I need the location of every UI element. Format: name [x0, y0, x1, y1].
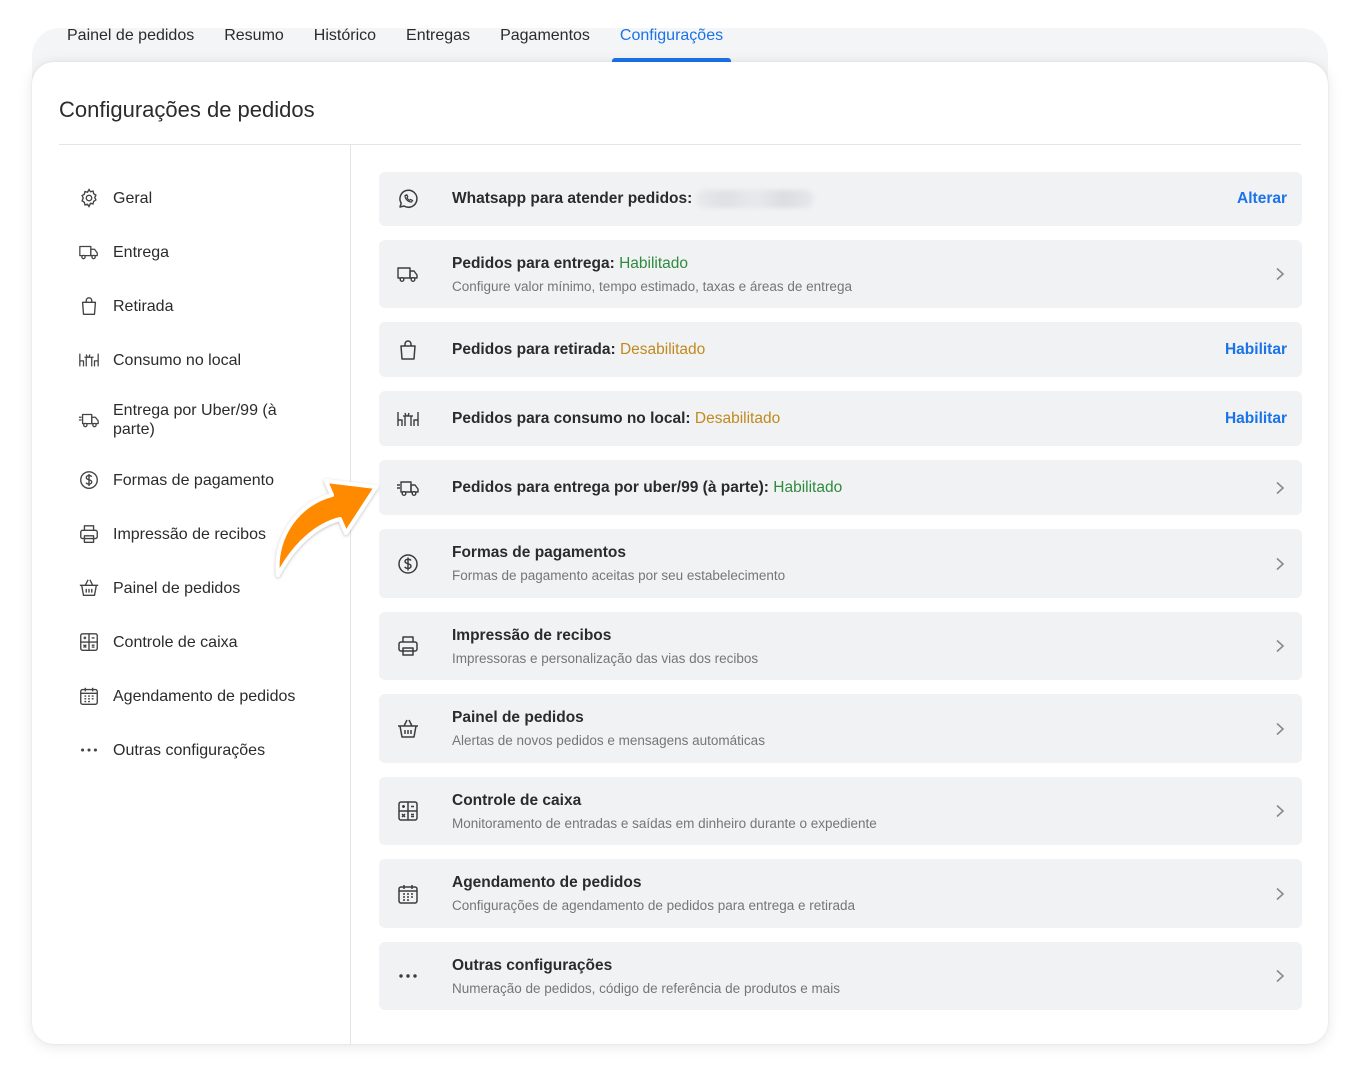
- row-title: Painel de pedidos: [452, 709, 584, 726]
- calendar-icon: [77, 684, 101, 708]
- row-title: Outras configurações: [452, 956, 613, 974]
- row-whatsapp: Whatsapp para atender pedidos: Alterar: [379, 172, 1302, 226]
- row-formas-pagamentos[interactable]: Formas de pagamentos Formas de pagamento…: [379, 529, 1302, 598]
- chevron-right-icon: [1275, 267, 1285, 281]
- dollar-circle-icon: [396, 552, 420, 576]
- row-subtitle: Alertas de novos pedidos e mensagens aut…: [452, 733, 765, 748]
- fast-delivery-truck-icon: [396, 476, 420, 500]
- row-subtitle: Formas de pagamento aceitas por seu esta…: [452, 568, 786, 583]
- calendar-icon: [396, 882, 420, 906]
- row-title: Pedidos para entrega:: [452, 254, 615, 272]
- sidebar-item-label: Painel de pedidos: [113, 579, 241, 597]
- row-pedidos-entrega[interactable]: Pedidos para entrega: Habilitado Configu…: [379, 240, 1302, 308]
- tab-pagamentos[interactable]: Pagamentos: [485, 14, 605, 62]
- row-pedidos-uber[interactable]: Pedidos para entrega por uber/99 (à part…: [379, 460, 1302, 515]
- row-pedidos-consumo: Pedidos para consumo no local: Desabilit…: [379, 391, 1302, 446]
- row-subtitle: Monitoramento de entradas e saídas em di…: [452, 815, 877, 831]
- redacted-phone-number: [696, 189, 815, 208]
- more-dots-icon: [396, 964, 420, 988]
- basket-icon: [77, 576, 101, 600]
- status-disabled: Desabilitado: [694, 409, 781, 427]
- printer-icon: [396, 634, 420, 658]
- chevron-right-icon: [1275, 722, 1285, 736]
- sidebar-item-controle-de-caixa[interactable]: Controle de caixa: [77, 615, 327, 669]
- dollar-circle-icon: [77, 468, 101, 492]
- whatsapp-icon: [396, 187, 420, 211]
- row-title: Pedidos para entrega por uber/99 (à part…: [452, 478, 769, 496]
- row-pedidos-retirada: Pedidos para retirada: Desabilitado Habi…: [379, 322, 1302, 377]
- row-impressao-recibos[interactable]: Impressão de recibos Impressoras e perso…: [379, 612, 1302, 680]
- row-title: Pedidos para retirada:: [452, 340, 616, 358]
- shopping-bag-icon: [396, 338, 420, 362]
- sidebar-item-agendamento-de-pedidos[interactable]: Agendamento de pedidos: [77, 669, 327, 723]
- row-subtitle: Impressoras e personalização das vias do…: [452, 650, 759, 666]
- row-controle-caixa[interactable]: Controle de caixa Monitoramento de entra…: [379, 777, 1302, 845]
- chevron-right-icon: [1275, 804, 1285, 818]
- sidebar-item-geral[interactable]: Geral: [77, 171, 327, 225]
- tab-resumo[interactable]: Resumo: [209, 14, 299, 62]
- tab-historico[interactable]: Histórico: [299, 14, 391, 62]
- sidebar-item-consumo-no-local[interactable]: Consumo no local: [77, 333, 327, 387]
- row-title: Impressão de recibos: [452, 626, 612, 644]
- tab-configuracoes[interactable]: Configurações: [605, 14, 738, 62]
- delivery-truck-icon: [396, 262, 420, 286]
- title-divider: [59, 144, 1301, 145]
- settings-rows: Whatsapp para atender pedidos: Alterar P…: [379, 172, 1302, 1010]
- sidebar-divider: [350, 145, 351, 1044]
- row-title: Formas de pagamentos: [452, 544, 626, 561]
- sidebar-item-label: Controle de caixa: [113, 633, 238, 651]
- sidebar-item-entrega[interactable]: Entrega: [77, 225, 327, 279]
- sidebar-item-entrega-uber[interactable]: Entrega por Uber/99 (à parte): [77, 387, 327, 453]
- printer-icon: [77, 522, 101, 546]
- row-title: Agendamento de pedidos: [452, 874, 642, 891]
- dining-table-icon: [77, 348, 101, 372]
- chevron-right-icon: [1275, 481, 1285, 495]
- chevron-right-icon: [1275, 557, 1285, 571]
- row-title: Controle de caixa: [452, 791, 582, 809]
- fast-delivery-truck-icon: [77, 408, 101, 432]
- row-agendamento-pedidos[interactable]: Agendamento de pedidos Configurações de …: [379, 859, 1302, 928]
- tab-entregas[interactable]: Entregas: [391, 14, 485, 62]
- row-title: Pedidos para consumo no local:: [452, 409, 691, 427]
- sidebar-item-label: Impressão de recibos: [113, 525, 266, 543]
- whatsapp-label: Whatsapp para atender pedidos:: [452, 190, 693, 207]
- row-subtitle: Numeração de pedidos, código de referênc…: [452, 980, 840, 996]
- calculator-icon: [77, 630, 101, 654]
- top-tabs: Painel de pedidos Resumo Histórico Entre…: [52, 14, 738, 62]
- sidebar-item-label: Retirada: [113, 297, 174, 315]
- sidebar-item-label: Outras configurações: [113, 741, 266, 759]
- annotation-arrow-icon: [275, 479, 378, 577]
- row-painel-pedidos[interactable]: Painel de pedidos Alertas de novos pedid…: [379, 694, 1302, 763]
- tab-painel-de-pedidos[interactable]: Painel de pedidos: [52, 14, 209, 62]
- chevron-right-icon: [1275, 639, 1285, 653]
- sidebar-item-retirada[interactable]: Retirada: [77, 279, 327, 333]
- sidebar-item-label: Entrega: [113, 243, 170, 261]
- status-enabled: Habilitado: [619, 254, 689, 272]
- status-disabled: Desabilitado: [619, 340, 706, 358]
- row-subtitle: Configurações de agendamento de pedidos …: [452, 898, 856, 913]
- sidebar-item-label: Geral: [113, 189, 153, 207]
- dining-table-icon: [396, 407, 420, 431]
- row-subtitle: Configure valor mínimo, tempo estimado, …: [452, 278, 852, 294]
- basket-icon: [396, 717, 420, 741]
- shopping-bag-icon: [77, 294, 101, 318]
- sidebar-item-label: Entrega por Uber/99 (à parte): [113, 402, 277, 438]
- sidebar-item-label: Agendamento de pedidos: [113, 687, 296, 705]
- calculator-icon: [396, 799, 420, 823]
- sidebar-item-label: Consumo no local: [113, 351, 242, 369]
- chevron-right-icon: [1275, 969, 1285, 983]
- sidebar-item-label: Formas de pagamento: [113, 471, 274, 489]
- gear-icon: [77, 186, 101, 210]
- more-dots-icon: [77, 738, 101, 762]
- habilitar-consumo-button[interactable]: Habilitar: [1225, 410, 1287, 428]
- row-outras-configuracoes[interactable]: Outras configurações Numeração de pedido…: [379, 942, 1302, 1010]
- chevron-right-icon: [1275, 887, 1285, 901]
- status-enabled: Habilitado: [773, 478, 843, 496]
- sidebar-item-outras-configuracoes[interactable]: Outras configurações: [77, 723, 327, 777]
- delivery-truck-icon: [77, 240, 101, 264]
- alterar-whatsapp-button[interactable]: Alterar: [1237, 190, 1287, 208]
- page-title: Configurações de pedidos: [59, 97, 315, 122]
- habilitar-retirada-button[interactable]: Habilitar: [1225, 341, 1287, 359]
